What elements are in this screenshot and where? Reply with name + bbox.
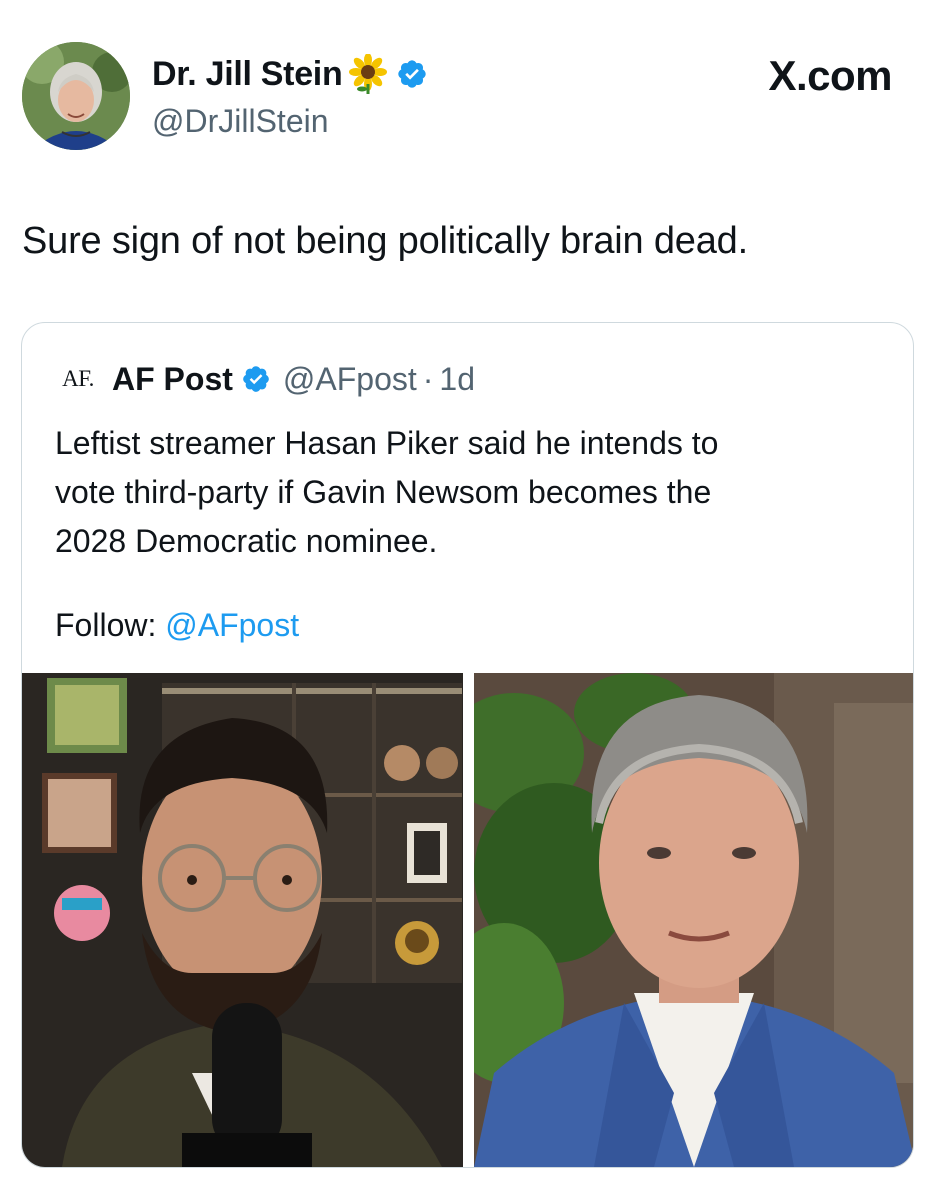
follow-label: Follow:: [55, 607, 166, 643]
verified-badge-icon: [396, 58, 428, 90]
quoted-author-name[interactable]: AF Post: [112, 361, 233, 398]
source-label: X.com: [768, 52, 892, 99]
x-logo[interactable]: X.com: [768, 52, 892, 100]
author-name[interactable]: Dr. Jill Stein: [152, 55, 343, 94]
politician-photo[interactable]: [473, 673, 913, 1167]
separator-dot: ·: [422, 360, 434, 397]
quoted-text-line: 2028 Democratic nominee.: [55, 523, 438, 559]
quoted-timestamp[interactable]: 1d: [439, 361, 475, 398]
author-name-row: Dr. Jill Stein: [152, 53, 428, 94]
tweet-header: Dr. Jill Stein @DrJillStein X.com: [0, 0, 937, 170]
tweet-text: Sure sign of not being politically brain…: [22, 220, 748, 262]
quoted-author-handle[interactable]: @AFpost: [283, 361, 417, 398]
quoted-media: [22, 673, 913, 1167]
author-avatar[interactable]: [22, 42, 130, 150]
quoted-avatar[interactable]: AF.: [54, 355, 102, 403]
quoted-text-line: Leftist streamer Hasan Piker said he int…: [55, 425, 719, 461]
author-handle[interactable]: @DrJillStein: [152, 103, 329, 140]
verified-badge-icon: [241, 364, 271, 394]
quoted-tweet-header: AF. AF Post @AFpost · 1d: [54, 355, 475, 403]
sunflower-icon: [348, 53, 388, 94]
quoted-tweet-card[interactable]: AF. AF Post @AFpost · 1d Leftist streame…: [21, 322, 914, 1168]
quoted-text-line: vote third-party if Gavin Newsom becomes…: [55, 474, 712, 510]
follow-mention-link[interactable]: @AFpost: [165, 607, 299, 643]
quoted-tweet-text: Leftist streamer Hasan Piker said he int…: [55, 419, 885, 566]
streamer-photo[interactable]: [22, 673, 464, 1167]
follow-line: Follow: @AFpost: [55, 607, 299, 644]
